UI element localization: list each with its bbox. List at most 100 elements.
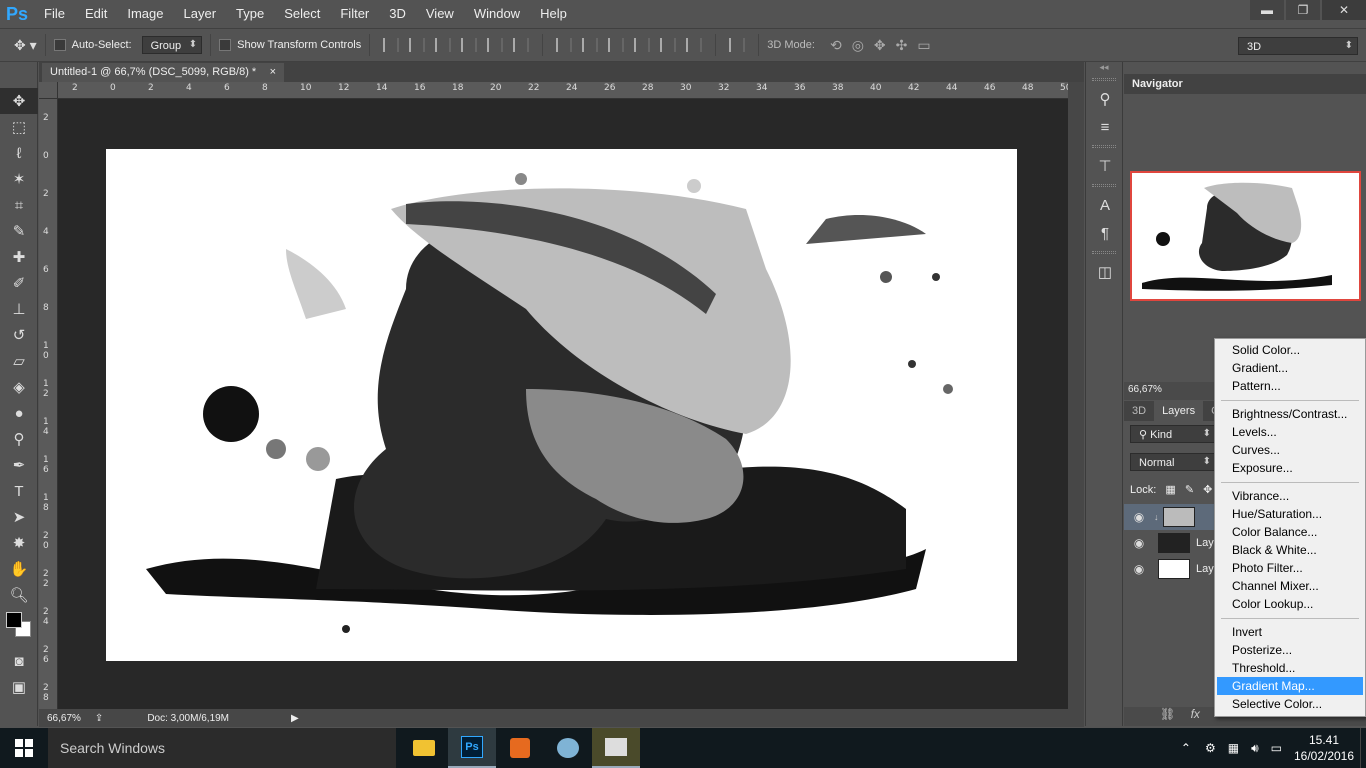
visibility-eye-icon[interactable]: ◉ (1124, 536, 1154, 550)
menu-filter[interactable]: Filter (330, 0, 379, 28)
custom-shape-tool-icon[interactable]: ✸ (0, 530, 38, 556)
eyedropper-tool-icon[interactable]: ✎ (0, 218, 38, 244)
start-button[interactable] (0, 728, 48, 768)
crop-tool-icon[interactable]: ⌗ (0, 192, 38, 218)
menu-item-brightness-contrast[interactable]: Brightness/Contrast... (1217, 405, 1363, 423)
blend-mode-dropdown[interactable]: Normal (1130, 453, 1216, 471)
tab-layers[interactable]: Layers (1154, 401, 1204, 421)
menu-item-invert[interactable]: Invert (1217, 623, 1363, 641)
document-tab-close-icon[interactable]: × (270, 66, 276, 79)
menu-item-threshold[interactable]: Threshold... (1217, 659, 1363, 677)
menu-image[interactable]: Image (117, 0, 173, 28)
brush-presets-icon[interactable]: ⚲ (1086, 85, 1124, 113)
type-tool-icon[interactable]: T (0, 478, 38, 504)
photoshop-icon[interactable]: Ps (448, 728, 496, 768)
menu-item-color-balance[interactable]: Color Balance... (1217, 523, 1363, 541)
navigator-tab[interactable]: Navigator (1126, 75, 1186, 93)
document-canvas[interactable] (106, 149, 1017, 661)
show-desktop-button[interactable] (1360, 728, 1366, 768)
menu-view[interactable]: View (416, 0, 464, 28)
distribute-hcenter-icon[interactable] (660, 38, 677, 52)
zoom-tool-icon[interactable]: 🔍︎ (0, 582, 38, 608)
menu-type[interactable]: Type (226, 0, 274, 28)
menu-item-pattern[interactable]: Pattern... (1217, 377, 1363, 395)
menu-item-black-white[interactable]: Black & White... (1217, 541, 1363, 559)
paragraph-panel-icon[interactable]: ¶ (1086, 219, 1124, 247)
volume-icon[interactable]: 🔊︎ (1251, 741, 1259, 756)
notifications-icon[interactable]: ▭ (1271, 741, 1282, 755)
distribute-bottom-icon[interactable] (608, 38, 625, 52)
visibility-eye-icon[interactable]: ◉ (1124, 562, 1154, 576)
3d-materials-icon[interactable]: ◫ (1086, 258, 1124, 286)
document-tab[interactable]: Untitled-1 @ 66,7% (DSC_5099, RGB/8) * × (42, 63, 284, 82)
3d-slide-icon[interactable]: ✣ (896, 37, 908, 54)
align-left-icon[interactable] (461, 38, 478, 52)
eraser-tool-icon[interactable]: ▱ (0, 348, 38, 374)
move-tool-icon[interactable]: ✥ (0, 88, 38, 114)
paint-icon[interactable] (544, 728, 592, 768)
menu-item-gradient[interactable]: Gradient... (1217, 359, 1363, 377)
menu-item-color-lookup[interactable]: Color Lookup... (1217, 595, 1363, 613)
close-button[interactable]: ✕ (1322, 0, 1366, 20)
show-transform-checkbox[interactable] (219, 39, 232, 51)
menu-item-hue-saturation[interactable]: Hue/Saturation... (1217, 505, 1363, 523)
clone-source-icon[interactable]: ⊤ (1086, 152, 1124, 180)
healing-brush-tool-icon[interactable]: ✚ (0, 244, 38, 270)
layer-filter-dropdown[interactable]: ⚲ Kind (1130, 425, 1216, 443)
auto-select-dropdown[interactable]: Group (141, 36, 203, 54)
align-right-icon[interactable] (513, 38, 530, 52)
minimize-button[interactable]: ▬ (1250, 0, 1284, 20)
menu-item-levels[interactable]: Levels... (1217, 423, 1363, 441)
brush-panel-icon[interactable]: ≡ (1086, 113, 1124, 141)
media-player-icon[interactable] (496, 728, 544, 768)
path-selection-tool-icon[interactable]: ➤ (0, 504, 38, 530)
character-panel-icon[interactable]: A (1086, 191, 1124, 219)
menu-3d[interactable]: 3D (379, 0, 416, 28)
paint-bucket-tool-icon[interactable]: ◈ (0, 374, 38, 400)
menu-item-gradient-map[interactable]: Gradient Map... (1217, 677, 1363, 695)
menu-file[interactable]: File (34, 0, 75, 28)
dodge-tool-icon[interactable]: ⚲ (0, 426, 38, 452)
vertical-ruler[interactable]: 2 0 2 4 6 8 10 12 14 16 18 20 22 24 26 28 (39, 99, 58, 709)
hand-tool-icon[interactable]: ✋ (0, 556, 38, 582)
menu-item-posterize[interactable]: Posterize... (1217, 641, 1363, 659)
share-icon[interactable]: ⇪ (95, 713, 103, 724)
3d-scale-icon[interactable]: ▭ (917, 37, 930, 54)
auto-align-icon[interactable] (729, 38, 746, 52)
menu-item-channel-mixer[interactable]: Channel Mixer... (1217, 577, 1363, 595)
horizontal-ruler[interactable]: 2 0 2 4 6 8 10 12 14 16 18 20 22 24 26 28 30 32 34 36 38 40 42… (58, 82, 1068, 99)
blur-tool-icon[interactable]: ● (0, 400, 38, 426)
menu-item-solid-color[interactable]: Solid Color... (1217, 341, 1363, 359)
lock-transparent-icon[interactable]: ▦ (1165, 484, 1175, 496)
dock-collapse-icon[interactable]: ◂◂ (1086, 62, 1122, 74)
menu-window[interactable]: Window (464, 0, 530, 28)
fx-icon[interactable]: fx (1191, 707, 1200, 721)
visibility-eye-icon[interactable]: ◉ (1124, 510, 1154, 524)
3d-pan-icon[interactable]: ✥ (874, 37, 886, 54)
lock-position-icon[interactable]: ✥ (1203, 484, 1212, 496)
brush-tool-icon[interactable]: ✐ (0, 270, 38, 296)
screen-mode-icon[interactable]: ▣ (0, 674, 38, 700)
network-icon[interactable]: ▦ (1228, 741, 1239, 755)
ruler-origin[interactable] (39, 82, 58, 99)
tab-3d[interactable]: 3D (1124, 401, 1154, 421)
menu-item-exposure[interactable]: Exposure... (1217, 459, 1363, 477)
marquee-tool-icon[interactable]: ⬚ (0, 114, 38, 140)
move-tool-preset-icon[interactable]: ✥ ▾ (14, 37, 37, 54)
history-brush-tool-icon[interactable]: ↺ (0, 322, 38, 348)
quick-mask-icon[interactable]: ◙ (0, 648, 38, 674)
auto-select-checkbox[interactable] (53, 39, 66, 51)
foreground-color-swatch[interactable] (6, 612, 22, 628)
menu-item-selective-color[interactable]: Selective Color... (1217, 695, 1363, 713)
menu-help[interactable]: Help (530, 0, 577, 28)
menu-item-curves[interactable]: Curves... (1217, 441, 1363, 459)
navigator-thumbnail[interactable] (1130, 171, 1361, 301)
taskbar-search[interactable]: Search Windows (48, 728, 396, 768)
zoom-level-field[interactable]: 66,67% (47, 713, 81, 724)
lock-pixels-icon[interactable]: ✎ (1185, 484, 1194, 496)
distribute-top-icon[interactable] (556, 38, 573, 52)
magic-wand-tool-icon[interactable]: ✶ (0, 166, 38, 192)
menu-layer[interactable]: Layer (174, 0, 227, 28)
align-hcenter-icon[interactable] (487, 38, 504, 52)
status-menu-arrow-icon[interactable]: ▶ (291, 713, 299, 724)
